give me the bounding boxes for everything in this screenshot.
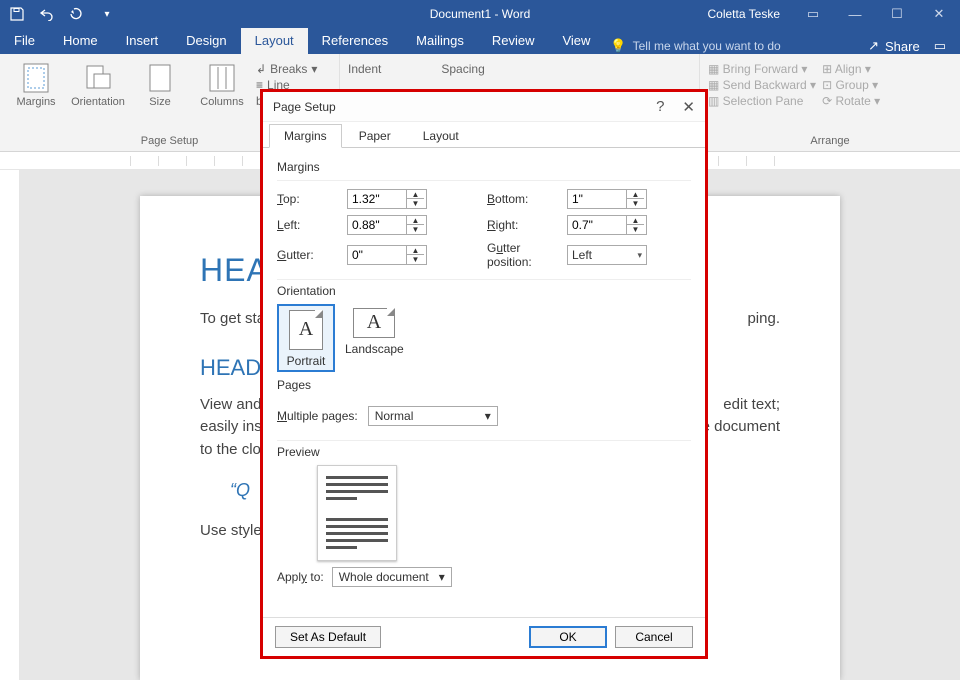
- label-left: Left:: [277, 218, 347, 232]
- gutter-position-select[interactable]: Left▾: [567, 245, 647, 265]
- tab-view[interactable]: View: [548, 28, 604, 54]
- tab-mailings[interactable]: Mailings: [402, 28, 478, 54]
- size-button[interactable]: Size: [132, 58, 188, 135]
- breaks-button[interactable]: ↲Breaks ▾: [256, 62, 317, 76]
- label-bottom: Bottom:: [487, 192, 567, 206]
- lightbulb-icon: 💡: [610, 38, 626, 54]
- margins-button[interactable]: Margins: [8, 58, 64, 135]
- section-margins: Margins: [277, 160, 691, 174]
- save-icon[interactable]: [4, 3, 30, 25]
- section-pages: Pages: [277, 378, 691, 392]
- orientation-icon: [82, 62, 114, 94]
- label-apply-to: Apply to:: [277, 570, 324, 584]
- send-backward-button[interactable]: ▦ Send Backward ▾: [708, 78, 816, 92]
- margins-icon: [20, 62, 52, 94]
- tab-references[interactable]: References: [308, 28, 402, 54]
- ok-button[interactable]: OK: [529, 626, 607, 648]
- redo-icon[interactable]: [64, 3, 90, 25]
- quick-access-toolbar: ▾: [0, 3, 124, 25]
- tab-insert[interactable]: Insert: [112, 28, 173, 54]
- preview-thumbnail: [317, 465, 397, 561]
- share-button[interactable]: ↗ Share: [868, 38, 920, 54]
- margin-bottom-input[interactable]: ▲▼: [567, 189, 647, 209]
- ribbon-display-icon[interactable]: ▭: [792, 0, 834, 28]
- tab-review[interactable]: Review: [478, 28, 549, 54]
- gutter-input[interactable]: ▲▼: [347, 245, 427, 265]
- title-bar: ▾ Document1 - Word Coletta Teske ▭ — ☐ ✕: [0, 0, 960, 28]
- orientation-button[interactable]: Orientation: [70, 58, 126, 135]
- group-button[interactable]: ⊡ Group ▾: [822, 78, 880, 92]
- tab-file[interactable]: File: [0, 28, 49, 54]
- dlg-tab-margins[interactable]: Margins: [269, 124, 342, 148]
- margin-right-input[interactable]: ▲▼: [567, 215, 647, 235]
- page-setup-dialog: Page Setup ? ✕ Margins Paper Layout Marg…: [260, 89, 708, 659]
- vertical-ruler[interactable]: [0, 170, 20, 680]
- align-button[interactable]: ⊞ Align ▾: [822, 62, 880, 76]
- portrait-icon: [289, 310, 323, 350]
- label-multiple-pages: Multiple pages:: [277, 409, 358, 423]
- selection-pane-button[interactable]: ▥ Selection Pane: [708, 94, 816, 108]
- breaks-icon: ↲: [256, 62, 266, 76]
- dialog-help-icon[interactable]: ?: [656, 98, 664, 116]
- orientation-landscape[interactable]: Landscape: [345, 304, 403, 372]
- qat-customize-icon[interactable]: ▾: [94, 3, 120, 25]
- dialog-close-icon[interactable]: ✕: [682, 98, 695, 116]
- apply-to-select[interactable]: Whole document▾: [332, 567, 452, 587]
- rotate-button[interactable]: ⟳ Rotate ▾: [822, 94, 880, 108]
- dlg-tab-layout[interactable]: Layout: [408, 124, 474, 148]
- group-label-arrange: Arrange: [708, 135, 952, 149]
- window-title: Document1 - Word: [430, 7, 530, 21]
- dlg-tab-paper[interactable]: Paper: [344, 124, 406, 148]
- multiple-pages-select[interactable]: Normal▾: [368, 406, 498, 426]
- undo-icon[interactable]: [34, 3, 60, 25]
- set-as-default-button[interactable]: Set As Default: [275, 626, 381, 648]
- margin-top-input[interactable]: ▲▼: [347, 189, 427, 209]
- label-gutter-pos: Gutter position:: [487, 241, 567, 269]
- comments-icon[interactable]: ▭: [934, 38, 946, 54]
- label-gutter: Gutter:: [277, 248, 347, 262]
- label-top: Top:: [277, 192, 347, 206]
- tell-me-placeholder: Tell me what you want to do: [633, 39, 781, 53]
- share-icon: ↗: [868, 38, 879, 54]
- margin-left-input[interactable]: ▲▼: [347, 215, 427, 235]
- label-right: Right:: [487, 218, 567, 232]
- dialog-title: Page Setup: [273, 100, 656, 114]
- tab-design[interactable]: Design: [172, 28, 240, 54]
- size-icon: [144, 62, 176, 94]
- dialog-tabs: Margins Paper Layout: [263, 122, 705, 148]
- maximize-icon[interactable]: ☐: [876, 0, 918, 28]
- section-orientation: Orientation: [277, 284, 691, 298]
- user-name[interactable]: Coletta Teske: [696, 7, 793, 21]
- columns-button[interactable]: Columns: [194, 58, 250, 135]
- columns-icon: [206, 62, 238, 94]
- section-preview: Preview: [277, 445, 691, 459]
- ribbon-tabs: File Home Insert Design Layout Reference…: [0, 28, 960, 54]
- landscape-icon: [353, 308, 395, 338]
- orientation-portrait[interactable]: Portrait: [277, 304, 335, 372]
- close-icon[interactable]: ✕: [918, 0, 960, 28]
- tab-layout[interactable]: Layout: [241, 28, 308, 54]
- tab-home[interactable]: Home: [49, 28, 112, 54]
- cancel-button[interactable]: Cancel: [615, 626, 693, 648]
- tell-me-search[interactable]: 💡 Tell me what you want to do: [610, 38, 780, 54]
- minimize-icon[interactable]: —: [834, 0, 876, 28]
- bring-forward-button[interactable]: ▦ Bring Forward ▾: [708, 62, 816, 76]
